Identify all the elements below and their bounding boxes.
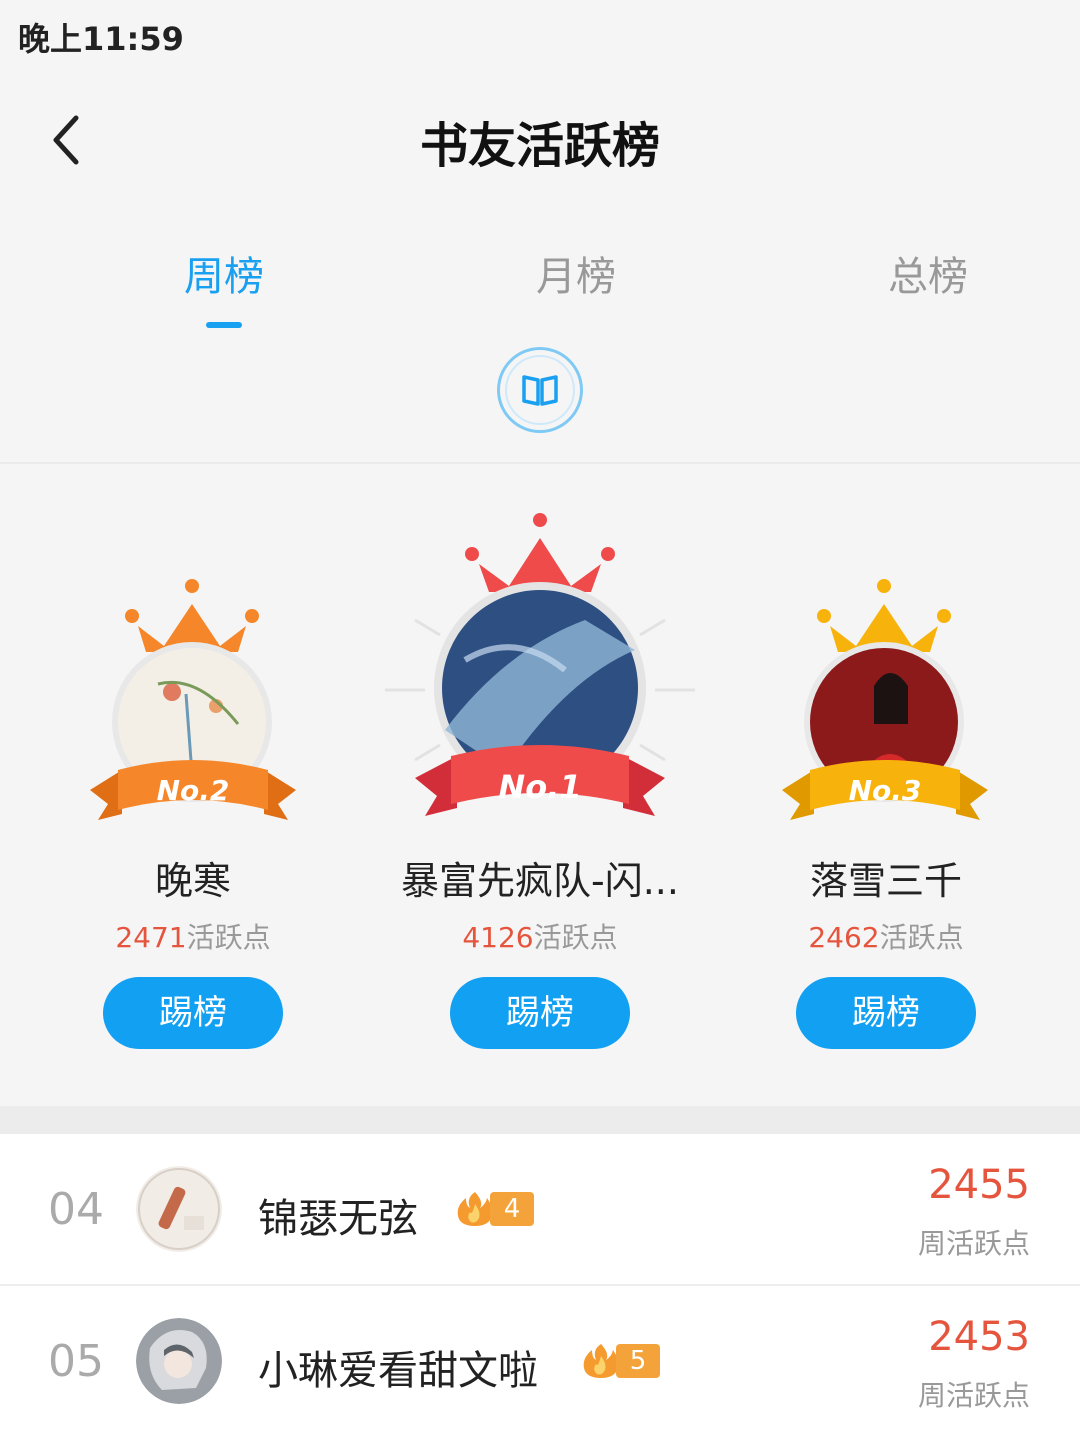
book-icon-ring: [505, 355, 575, 425]
book-button[interactable]: [497, 347, 583, 433]
list-item[interactable]: 04 锦瑟无弦 4 2455 周活跃点: [0, 1134, 1080, 1284]
kick-button[interactable]: 踢榜: [103, 977, 283, 1049]
fire-level-badge: 4: [454, 1190, 534, 1228]
podium-points: 2471活跃点: [23, 916, 363, 956]
status-time: 晚上11:59: [18, 20, 184, 58]
podium-points: 4126活跃点: [370, 916, 710, 956]
podium-rank-2: No.2: [88, 574, 298, 834]
rank-badge-label: No.1: [498, 768, 582, 806]
podium-rank-1: No.1: [385, 510, 695, 840]
podium-name: 晚寒: [154, 859, 231, 903]
kick-button[interactable]: 踢榜: [796, 977, 976, 1049]
book-icon: [522, 375, 558, 406]
avatar[interactable]: [136, 1318, 222, 1404]
points-unit: 活跃点: [879, 921, 964, 954]
points-value: 2471: [115, 921, 187, 954]
crown-icon: [465, 513, 615, 592]
podium-rank-3: No.3: [780, 574, 990, 834]
nav-bar: 书友活跃榜: [0, 80, 1080, 200]
tab-weekly[interactable]: 周榜: [104, 244, 344, 302]
page-title: 书友活跃榜: [419, 118, 660, 174]
ranking-tabs: 周榜 月榜 总榜: [0, 230, 1080, 340]
points-value: 4126: [462, 921, 534, 954]
podium-name: 落雪三千: [809, 859, 962, 903]
points-label: 周活跃点: [917, 1227, 1030, 1260]
rank-number: 05: [48, 1336, 104, 1387]
points-value: 2462: [808, 921, 880, 954]
tab-total[interactable]: 总榜: [808, 244, 1048, 302]
fire-level: 5: [616, 1344, 660, 1378]
user-name: 锦瑟无弦: [258, 1196, 418, 1242]
points-label: 周活跃点: [917, 1379, 1030, 1412]
points-value: 2455: [928, 1162, 1030, 1208]
avatar[interactable]: [136, 1166, 222, 1252]
fire-level-badge: 5: [580, 1342, 660, 1380]
podium-points: 2462活跃点: [716, 916, 1056, 956]
fire-level: 4: [490, 1192, 534, 1226]
user-name: 小琳爱看甜文啦: [258, 1348, 538, 1394]
podium-name: 暴富先疯队-闪...: [401, 859, 679, 903]
status-bar: 晚上11:59: [0, 0, 1080, 70]
top-three-podium: No.2 晚寒 2471活跃点 踢榜 No.1 暴富先疯队-闪... 4126活…: [0, 464, 1080, 1106]
kick-button[interactable]: 踢榜: [450, 977, 630, 1049]
rank-badge-label: No.2: [156, 774, 230, 807]
ranking-list: 04 锦瑟无弦 4 2455 周活跃点 05 小琳爱看甜文啦 5 2453 周活…: [0, 1134, 1080, 1438]
crown-icon: [817, 579, 951, 652]
crown-icon: [125, 579, 259, 652]
section-gap: [0, 1106, 1080, 1134]
points-value: 2453: [928, 1314, 1030, 1360]
points-unit: 活跃点: [186, 921, 271, 954]
tab-monthly[interactable]: 月榜: [456, 244, 696, 302]
rank-badge-label: No.3: [848, 774, 922, 807]
list-item[interactable]: 05 小琳爱看甜文啦 5 2453 周活跃点: [0, 1286, 1080, 1436]
active-tab-indicator: [206, 322, 242, 328]
points-unit: 活跃点: [533, 921, 618, 954]
rank-number: 04: [48, 1184, 104, 1235]
